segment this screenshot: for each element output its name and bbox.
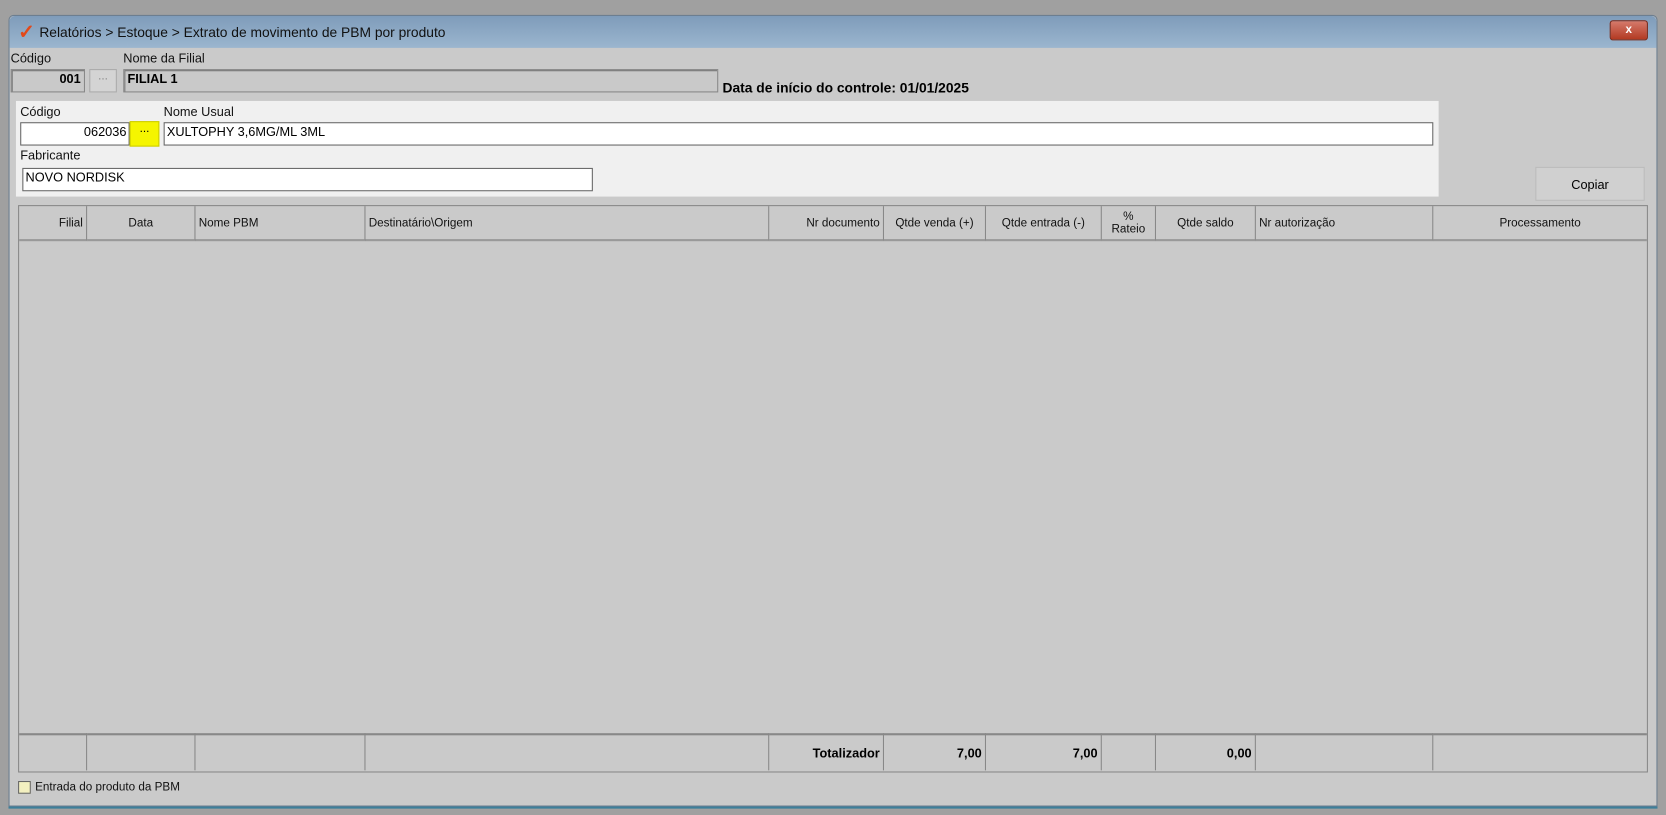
copiar-button[interactable]: Copiar xyxy=(1535,166,1645,201)
close-button[interactable]: x xyxy=(1609,20,1648,41)
filial-nome-field: FILIAL 1 xyxy=(123,69,719,93)
footer-cell xyxy=(195,733,366,771)
column-header-rateio[interactable]: % Rateio xyxy=(1101,206,1156,242)
produto-panel: Código 062036 ... Nome Usual XULTOPHY 3,… xyxy=(15,100,1439,197)
controle-date-text: Data de início do controle: 01/01/2025 xyxy=(722,79,969,96)
column-header-destinatario[interactable]: Destinatário\Origem xyxy=(365,206,770,242)
footer-totalizador-label: Totalizador xyxy=(769,733,884,771)
window-title: Relatórios > Estoque > Extrato de movime… xyxy=(39,24,446,41)
title-bar: ✓ Relatórios > Estoque > Extrato de movi… xyxy=(9,15,1657,48)
report-window: ✓ Relatórios > Estoque > Extrato de movi… xyxy=(8,14,1658,807)
produto-lookup-button[interactable]: ... xyxy=(129,121,160,147)
footer-cell xyxy=(1255,733,1434,771)
produto-codigo-label: Código xyxy=(20,104,61,120)
fabricante-label: Fabricante xyxy=(20,147,81,163)
footer-cell xyxy=(1433,733,1647,770)
filial-nome-label: Nome da Filial xyxy=(123,51,205,66)
column-header-data[interactable]: Data xyxy=(87,206,196,242)
entrada-pbm-label: Entrada do produto da PBM xyxy=(35,781,180,794)
column-header-qtde-entrada[interactable]: Qtde entrada (-) xyxy=(986,206,1102,242)
column-header-qtde-saldo[interactable]: Qtde saldo xyxy=(1156,206,1256,242)
column-header-nr-autorizacao[interactable]: Nr autorização xyxy=(1255,206,1434,242)
footer-total-qtde-entrada: 7,00 xyxy=(986,733,1102,771)
footer-total-qtde-venda: 7,00 xyxy=(884,733,986,771)
footer-cell xyxy=(365,733,770,771)
produto-codigo-field[interactable]: 062036 xyxy=(20,122,130,146)
filial-lookup-button[interactable]: ... xyxy=(89,69,117,93)
fabricante-field[interactable]: NOVO NORDISK xyxy=(22,167,593,192)
movement-grid[interactable]: Filial Data Nome PBM Destinatário\Origem… xyxy=(18,205,1648,773)
produto-nome-label: Nome Usual xyxy=(163,104,234,120)
entrada-pbm-checkbox-row[interactable]: Entrada do produto da PBM xyxy=(18,781,180,794)
entrada-pbm-checkbox[interactable] xyxy=(18,781,31,794)
footer-cell xyxy=(19,733,88,771)
filial-codigo-field[interactable]: 001 xyxy=(10,69,85,93)
footer-cell xyxy=(1101,733,1156,771)
column-header-processamento[interactable]: Processamento xyxy=(1433,206,1647,242)
column-header-qtde-venda[interactable]: Qtde venda (+) xyxy=(884,206,986,242)
footer-total-qtde-saldo: 0,00 xyxy=(1156,733,1256,771)
column-header-nome-pbm[interactable]: Nome PBM xyxy=(195,206,366,242)
produto-nome-field[interactable]: XULTOPHY 3,6MG/ML 3ML xyxy=(163,122,1434,146)
column-header-nr-documento[interactable]: Nr documento xyxy=(769,206,884,242)
footer-cell xyxy=(87,733,196,771)
filial-codigo-label: Código xyxy=(10,51,52,66)
app-logo-icon: ✓ xyxy=(18,21,35,44)
column-header-filial[interactable]: Filial xyxy=(19,206,88,242)
